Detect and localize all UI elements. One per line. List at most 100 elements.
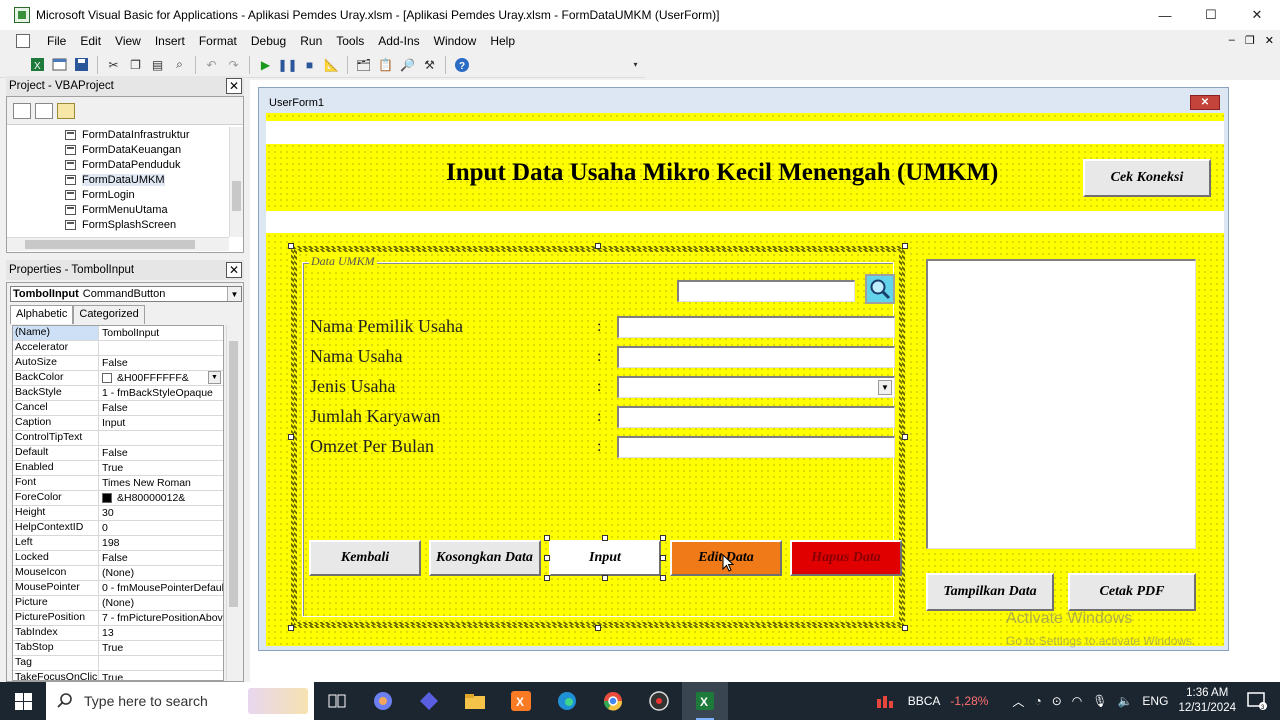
frame-selection-handle[interactable] bbox=[288, 434, 294, 440]
menu-run[interactable]: Run bbox=[293, 34, 329, 48]
property-row[interactable]: TabStop True bbox=[13, 641, 223, 656]
stock-name[interactable]: BBCA bbox=[908, 694, 941, 708]
redo-icon[interactable]: ↷ bbox=[224, 55, 243, 74]
menu-insert[interactable]: Insert bbox=[148, 34, 192, 48]
paste-icon[interactable]: ▤ bbox=[148, 55, 167, 74]
start-button[interactable] bbox=[0, 682, 46, 720]
notifications-icon[interactable]: 3 bbox=[1246, 691, 1268, 711]
run-icon[interactable]: ▶ bbox=[256, 55, 275, 74]
microphone-icon[interactable]: 🎙 bbox=[1092, 694, 1107, 708]
property-row[interactable]: ForeColor &H80000012& bbox=[13, 491, 223, 506]
property-row[interactable]: MousePointer 0 - fmMousePointerDefault bbox=[13, 581, 223, 596]
property-value[interactable]: True bbox=[99, 671, 223, 680]
tree-item-formdatainfrastruktur[interactable]: FormDataInfrastruktur bbox=[7, 127, 229, 142]
recorder-icon[interactable] bbox=[636, 682, 682, 720]
break-icon[interactable]: ❚❚ bbox=[277, 55, 297, 74]
property-value[interactable]: False bbox=[99, 356, 223, 370]
mdi-minimize-icon[interactable]: – bbox=[1229, 34, 1235, 47]
property-row[interactable]: BackColor &H00FFFFFF& ▼ bbox=[13, 371, 223, 386]
excel-taskbar-icon[interactable]: X bbox=[682, 682, 728, 720]
frame-selection-handle[interactable] bbox=[595, 243, 601, 249]
property-value[interactable]: Input bbox=[99, 416, 223, 430]
stock-change[interactable]: -1,28% bbox=[950, 694, 988, 708]
omzet-per-bulan-input[interactable] bbox=[617, 436, 895, 458]
data-umkm-frame[interactable]: Data UMKM Nama Pemilik Usaha : Nama Usah… bbox=[291, 246, 905, 628]
wifi-icon[interactable]: ◠ bbox=[1072, 694, 1082, 708]
property-value[interactable]: True bbox=[99, 641, 223, 655]
project-vertical-scrollbar[interactable] bbox=[229, 127, 243, 237]
menu-window[interactable]: Window bbox=[427, 34, 484, 48]
property-row[interactable]: Tag bbox=[13, 656, 223, 671]
close-button[interactable]: ✕ bbox=[1234, 0, 1280, 30]
object-selector[interactable]: TombolInput CommandButton ▼ bbox=[10, 286, 242, 302]
insert-userform-icon[interactable] bbox=[50, 55, 69, 74]
properties-window-icon[interactable]: 📋 bbox=[376, 55, 395, 74]
jumlah-karyawan-input[interactable] bbox=[617, 406, 895, 428]
property-row[interactable]: MouseIcon (None) bbox=[13, 566, 223, 581]
mdi-window-icon[interactable] bbox=[16, 34, 30, 48]
project-horizontal-scrollbar[interactable] bbox=[7, 237, 229, 251]
property-row[interactable]: Font Times New Roman bbox=[13, 476, 223, 491]
frame-selection-handle[interactable] bbox=[902, 434, 908, 440]
language-indicator[interactable]: ENG bbox=[1142, 694, 1168, 708]
property-value[interactable]: 1 - fmBackStyleOpaque bbox=[99, 386, 223, 400]
view-object-icon[interactable] bbox=[35, 102, 53, 119]
selection-handle[interactable] bbox=[544, 575, 550, 581]
property-value[interactable]: False bbox=[99, 551, 223, 565]
scroll-thumb[interactable] bbox=[229, 341, 238, 607]
object-browser-icon[interactable]: 🔎 bbox=[398, 55, 417, 74]
property-value[interactable] bbox=[99, 431, 223, 445]
property-value[interactable]: True bbox=[99, 461, 223, 475]
property-value[interactable]: 7 - fmPicturePositionAbove bbox=[99, 611, 223, 625]
property-row[interactable]: TakeFocusOnClick True bbox=[13, 671, 223, 680]
menu-view[interactable]: View bbox=[108, 34, 148, 48]
hapus-data-button[interactable]: Hapus Data bbox=[790, 540, 902, 576]
property-row[interactable]: Locked False bbox=[13, 551, 223, 566]
property-value[interactable]: 0 - fmMousePointerDefault bbox=[99, 581, 223, 595]
frame-selection-handle[interactable] bbox=[902, 243, 908, 249]
app-shield-icon[interactable] bbox=[406, 682, 452, 720]
tree-item-formdatapenduduk[interactable]: FormDataPenduduk bbox=[7, 157, 229, 172]
selection-handle[interactable] bbox=[660, 575, 666, 581]
copy-icon[interactable]: ❐ bbox=[126, 55, 145, 74]
kembali-button[interactable]: Kembali bbox=[309, 540, 421, 576]
property-value[interactable]: (None) bbox=[99, 566, 223, 580]
property-value[interactable]: TombolInput bbox=[99, 326, 223, 340]
file-explorer-icon[interactable] bbox=[452, 682, 498, 720]
toolbar-options-icon[interactable]: ▾ bbox=[626, 55, 645, 74]
cetak-pdf-button[interactable]: Cetak PDF bbox=[1068, 573, 1196, 611]
scroll-thumb[interactable] bbox=[25, 240, 195, 249]
property-row[interactable]: Left 198 bbox=[13, 536, 223, 551]
property-row[interactable]: HelpContextID 0 bbox=[13, 521, 223, 536]
menu-add-ins[interactable]: Add-Ins bbox=[371, 34, 426, 48]
property-row[interactable]: AutoSize False bbox=[13, 356, 223, 371]
mdi-close-icon[interactable]: ✕ bbox=[1265, 34, 1274, 47]
save-icon[interactable] bbox=[72, 55, 91, 74]
kosongkan-data-button[interactable]: Kosongkan Data bbox=[429, 540, 541, 576]
property-value[interactable]: False bbox=[99, 446, 223, 460]
chrome-icon[interactable] bbox=[590, 682, 636, 720]
property-value[interactable]: False bbox=[99, 401, 223, 415]
nama-pemilik-usaha-input[interactable] bbox=[617, 316, 895, 338]
menu-edit[interactable]: Edit bbox=[73, 34, 108, 48]
task-view-icon[interactable] bbox=[314, 682, 360, 720]
selection-handle[interactable] bbox=[660, 555, 666, 561]
property-row[interactable]: ControlTipText bbox=[13, 431, 223, 446]
speaker-icon[interactable]: 🔈 bbox=[1117, 694, 1132, 708]
property-row[interactable]: Cancel False bbox=[13, 401, 223, 416]
data-listbox[interactable] bbox=[926, 259, 1196, 549]
frame-selection-handle[interactable] bbox=[288, 625, 294, 631]
menu-format[interactable]: Format bbox=[192, 34, 244, 48]
property-row[interactable]: PicturePosition 7 - fmPicturePositionAbov… bbox=[13, 611, 223, 626]
cek-koneksi-button[interactable]: Cek Koneksi bbox=[1083, 159, 1211, 197]
property-value[interactable]: (None) bbox=[99, 596, 223, 610]
property-value[interactable]: 198 bbox=[99, 536, 223, 550]
project-explorer-icon[interactable]: 🗂 bbox=[354, 55, 373, 74]
find-icon[interactable]: ⌕ bbox=[170, 55, 189, 74]
input-button[interactable]: Input bbox=[549, 540, 661, 576]
tree-item-formlogin[interactable]: FormLogin bbox=[7, 187, 229, 202]
search-button[interactable] bbox=[865, 274, 895, 304]
copilot-icon[interactable] bbox=[360, 682, 406, 720]
taskbar-search-box[interactable]: Type here to search bbox=[46, 682, 314, 720]
property-row[interactable]: Height 30 bbox=[13, 506, 223, 521]
